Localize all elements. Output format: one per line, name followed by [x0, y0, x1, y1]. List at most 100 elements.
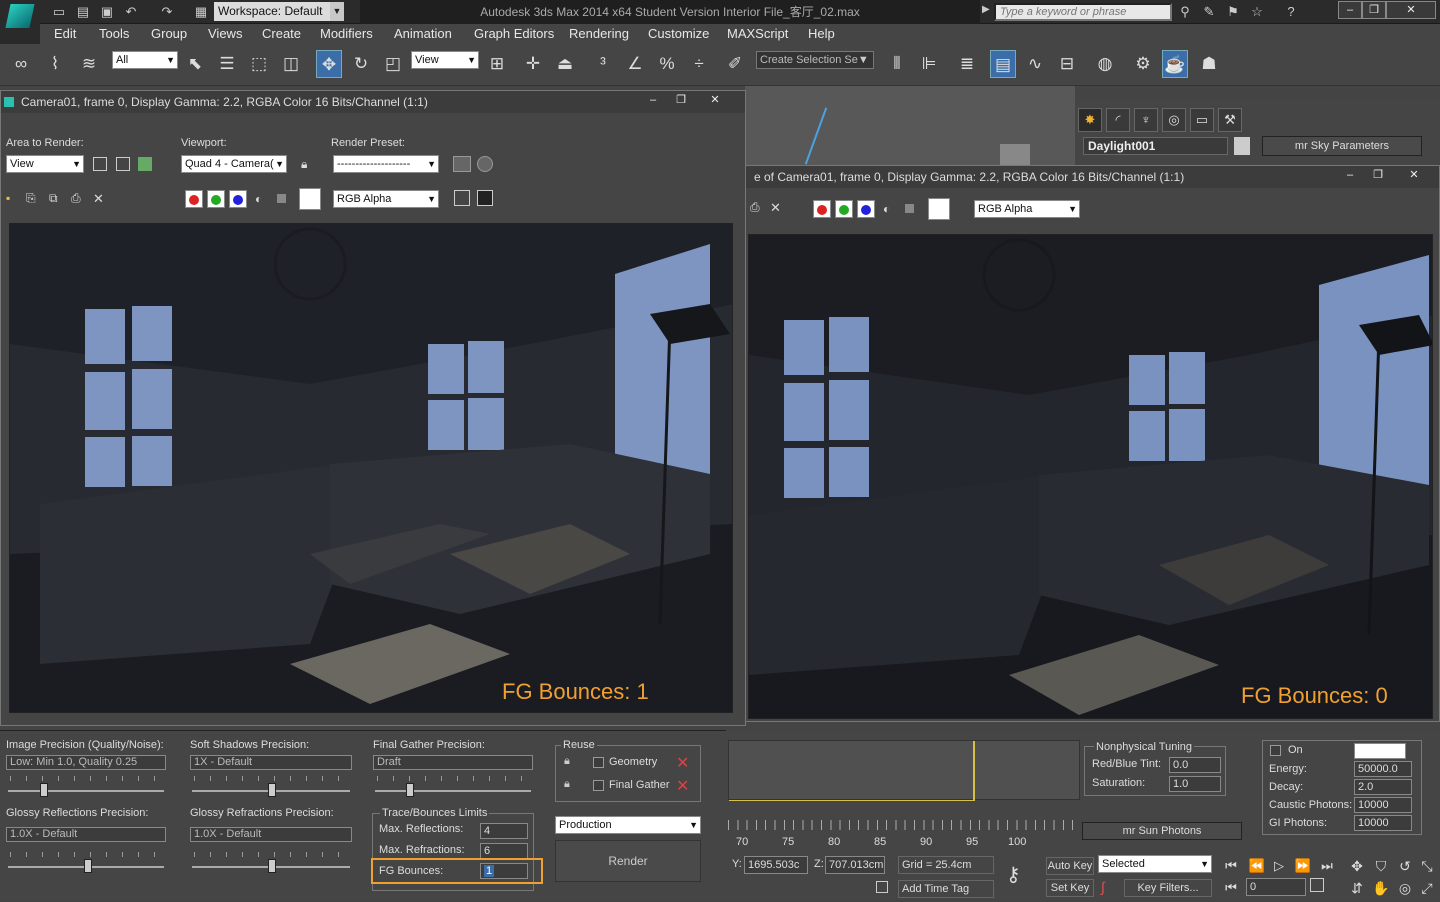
- monochrome-icon[interactable]: [905, 204, 914, 213]
- spinner-snap-icon[interactable]: ÷: [686, 50, 712, 78]
- motion-tab-icon[interactable]: ◎: [1162, 108, 1186, 132]
- pan-hand-icon[interactable]: ✋: [1368, 874, 1394, 902]
- clone-window-icon[interactable]: ⧉: [49, 191, 58, 206]
- max-reflections-spinner[interactable]: 4: [480, 823, 528, 839]
- tools-icon[interactable]: ✎: [1200, 3, 1218, 20]
- workspace-dropdown[interactable]: Workspace: Default ▼: [214, 2, 344, 21]
- viewcube[interactable]: [1000, 144, 1030, 166]
- key-mode-icon[interactable]: ∫: [1101, 879, 1105, 895]
- render-preset-dropdown[interactable]: -------------------- ▼: [333, 155, 439, 173]
- dolly-icon[interactable]: ⇵: [1344, 874, 1370, 902]
- selection-filter-dropdown[interactable]: All ▼: [112, 51, 178, 69]
- image-precision-thumb[interactable]: [40, 783, 48, 797]
- render-setup-button[interactable]: [453, 156, 471, 172]
- save-file-icon[interactable]: ▣: [98, 3, 116, 20]
- pivot-center-icon[interactable]: ⊞: [484, 50, 510, 78]
- menu-tools[interactable]: Tools: [99, 24, 129, 44]
- set-key-button[interactable]: Set Key: [1046, 879, 1094, 897]
- green-channel-toggle[interactable]: [835, 200, 853, 218]
- angle-snap-icon[interactable]: ∠: [622, 50, 648, 78]
- percent-snap-icon[interactable]: %: [654, 50, 680, 78]
- edit-named-selection-icon[interactable]: ✐: [722, 50, 748, 78]
- layer-manager-icon[interactable]: ≣: [954, 50, 980, 78]
- menu-modifiers[interactable]: Modifiers: [320, 24, 373, 44]
- menu-rendering[interactable]: Rendering: [569, 24, 629, 44]
- color-swatch[interactable]: [299, 188, 321, 210]
- minimize-button[interactable]: –: [641, 92, 665, 110]
- hierarchy-tab-icon[interactable]: ♆: [1134, 108, 1158, 132]
- display-tab-icon[interactable]: ▭: [1190, 108, 1214, 132]
- create-tab-icon[interactable]: ✸: [1078, 108, 1102, 132]
- monochrome-icon[interactable]: [277, 194, 286, 203]
- toggle-ui-overlays-icon[interactable]: [454, 190, 470, 206]
- utilities-tab-icon[interactable]: ⚒: [1218, 108, 1242, 132]
- copy-image-icon[interactable]: [138, 157, 152, 171]
- auto-region-icon[interactable]: [116, 157, 130, 171]
- copy-icon[interactable]: ⎘: [26, 191, 36, 206]
- glossy-reflections-thumb[interactable]: [84, 859, 92, 873]
- image-precision-slider[interactable]: [8, 790, 164, 792]
- mr-sun-photons-rollout[interactable]: mr Sun Photons: [1082, 822, 1242, 840]
- gi-photons-spinner[interactable]: 10000: [1354, 815, 1412, 831]
- redo-icon[interactable]: ↷: [158, 3, 176, 20]
- clear-icon[interactable]: ✕: [93, 191, 104, 207]
- reference-coordinate-dropdown[interactable]: View ▼: [411, 51, 479, 69]
- maximize-button[interactable]: ❐: [669, 92, 693, 110]
- new-file-icon[interactable]: ▭: [50, 3, 68, 20]
- print-icon[interactable]: ⎙: [750, 200, 760, 215]
- saturation-spinner[interactable]: 1.0: [1169, 776, 1221, 792]
- link-icon[interactable]: ∞: [8, 50, 34, 78]
- object-name-field[interactable]: Daylight001: [1083, 137, 1228, 155]
- y-coordinate-field[interactable]: 1695.503c: [744, 856, 808, 874]
- edit-region-icon[interactable]: [93, 157, 107, 171]
- delete-fg-cache-icon[interactable]: ✕: [676, 776, 689, 796]
- color-swatch[interactable]: [928, 198, 950, 220]
- help-icon[interactable]: ?: [1282, 3, 1300, 20]
- soft-shadows-thumb[interactable]: [268, 783, 276, 797]
- energy-spinner[interactable]: 50000.0: [1354, 761, 1412, 777]
- curve-editor-icon[interactable]: ∿: [1022, 50, 1048, 78]
- red-blue-tint-spinner[interactable]: 0.0: [1169, 757, 1221, 773]
- delete-geometry-cache-icon[interactable]: ✕: [676, 753, 689, 773]
- select-and-rotate-icon[interactable]: ↻: [348, 50, 374, 78]
- menu-views[interactable]: Views: [208, 24, 242, 44]
- render-setup-icon[interactable]: ⚙: [1130, 50, 1156, 78]
- fg-bounces-spinner[interactable]: 1: [480, 863, 528, 879]
- blue-channel-toggle[interactable]: [857, 200, 875, 218]
- red-channel-toggle[interactable]: [185, 190, 203, 208]
- z-coordinate-field[interactable]: 707.013cm: [825, 856, 885, 874]
- mirror-icon[interactable]: ⫴: [884, 50, 910, 78]
- communication-icon[interactable]: ⚑: [1224, 3, 1242, 20]
- auto-key-button[interactable]: Auto Key: [1046, 857, 1094, 875]
- select-by-name-icon[interactable]: ☰: [214, 50, 240, 78]
- close-button[interactable]: ✕: [1386, 1, 1436, 19]
- geometry-checkbox[interactable]: [593, 757, 604, 768]
- render-mode-dropdown[interactable]: Production ▼: [555, 816, 701, 834]
- snaps-toggle-icon[interactable]: ³: [590, 50, 616, 78]
- glossy-reflections-field[interactable]: 1.0X - Default: [6, 827, 166, 842]
- play-icon[interactable]: ▷: [1266, 852, 1292, 880]
- restore-button[interactable]: ❐: [1362, 1, 1386, 19]
- time-configuration-icon[interactable]: [1310, 878, 1324, 892]
- lock-icon[interactable]: 🔒︎: [564, 755, 570, 768]
- named-selection-set-dropdown[interactable]: Create Selection Se▼: [756, 51, 874, 69]
- fg-precision-slider[interactable]: [375, 790, 531, 792]
- align-icon[interactable]: ⊫: [916, 50, 942, 78]
- soft-shadows-field[interactable]: 1X - Default: [190, 755, 352, 770]
- viewport-background[interactable]: [745, 86, 1075, 166]
- green-channel-toggle[interactable]: [207, 190, 225, 208]
- favorites-star-icon[interactable]: ☆: [1248, 3, 1266, 20]
- app-logo[interactable]: [0, 0, 40, 44]
- schematic-view-icon[interactable]: ⊟: [1054, 50, 1080, 78]
- mr-sky-parameters-rollout[interactable]: mr Sky Parameters: [1262, 136, 1422, 156]
- menu-help[interactable]: Help: [808, 24, 835, 44]
- viewport-dropdown[interactable]: Quad 4 - Camera(▼: [181, 155, 287, 173]
- photons-on-checkbox[interactable]: [1270, 745, 1281, 756]
- decay-spinner[interactable]: 2.0: [1354, 779, 1412, 795]
- project-folder-icon[interactable]: ▦: [192, 3, 210, 20]
- search-expand-icon[interactable]: ▶: [982, 4, 990, 15]
- modify-tab-icon[interactable]: ◜: [1106, 108, 1130, 132]
- minimize-button[interactable]: –: [1338, 1, 1362, 19]
- fg-precision-field[interactable]: Draft: [373, 755, 533, 770]
- bind-space-warp-icon[interactable]: ≋: [76, 50, 102, 78]
